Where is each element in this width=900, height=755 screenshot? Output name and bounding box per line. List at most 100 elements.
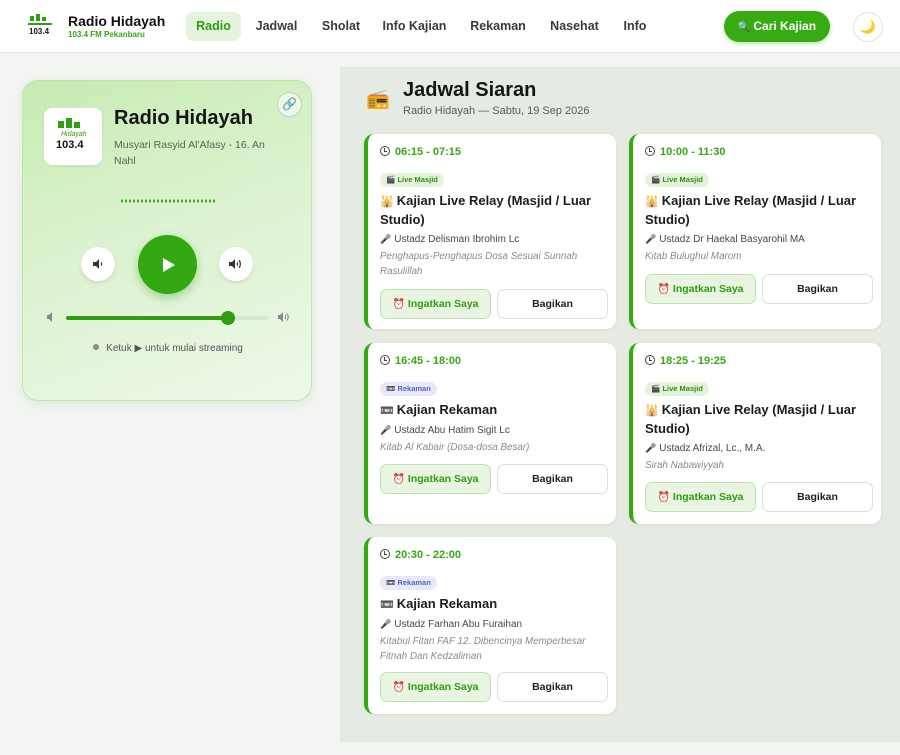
- visualizer-bar: [129, 199, 131, 203]
- play-button[interactable]: [138, 235, 197, 294]
- svg-text:103.4: 103.4: [29, 27, 50, 36]
- card-badge: 📼 Rekaman: [380, 382, 437, 396]
- volume-slider-thumb[interactable]: [220, 311, 235, 325]
- visualizer-bar: [213, 199, 215, 203]
- card-time-label: 20:30 - 22:00: [395, 549, 462, 561]
- live-relay-icon: 🕌: [645, 405, 659, 417]
- visualizer-bar: [205, 199, 207, 203]
- remind-me-label: Ingatkan Saya: [407, 473, 479, 485]
- alarm-icon: ⏰: [657, 492, 670, 503]
- card-badge: 📼 Rekaman: [380, 576, 437, 590]
- search-icon: 🔍: [737, 22, 751, 33]
- card-title[interactable]: 📼 Kajian Rekaman: [380, 401, 605, 420]
- svg-text:Hidayah: Hidayah: [61, 131, 87, 138]
- card-title[interactable]: 🕌 Kajian Live Relay (Masjid / Luar Studio…: [645, 401, 870, 438]
- card-title-label: Kajian Rekaman: [396, 402, 498, 417]
- card-time-label: 18:25 - 19:25: [660, 355, 727, 367]
- moon-icon: 🌙: [859, 19, 877, 34]
- card-title[interactable]: 🕌 Kajian Live Relay (Masjid / Luar Studio…: [380, 192, 605, 229]
- volume-slider[interactable]: [66, 311, 268, 325]
- share-button[interactable]: Bagikan: [497, 464, 608, 494]
- volume-down-button[interactable]: [81, 247, 115, 281]
- remind-me-button[interactable]: ⏰ Ingatkan Saya: [380, 672, 491, 702]
- live-relay-icon: 🕌: [645, 196, 659, 208]
- card-badge-label: Rekaman: [397, 578, 431, 587]
- cari-kajian-button[interactable]: 🔍 Cari Kajian: [724, 11, 830, 42]
- card-title-label: Kajian Live Relay (Masjid / Luar Studio): [645, 193, 857, 227]
- share-button[interactable]: Bagikan: [497, 672, 608, 702]
- mic-icon: 🎤: [380, 619, 392, 629]
- visualizer-bar: [133, 199, 135, 203]
- stream-status: Ketuk ▶ untuk mulai streaming: [23, 343, 313, 354]
- card-badge: 🎬 Live Masjid: [645, 382, 709, 396]
- theme-toggle-button[interactable]: 🌙: [853, 12, 883, 42]
- visualizer-bar: [153, 199, 155, 203]
- visualizer-bar: [157, 199, 159, 203]
- card-title-label: Kajian Rekaman: [396, 596, 498, 611]
- card-speaker-label: Ustadz Dr Haekal Basyarohil MA: [659, 234, 805, 245]
- card-speaker-label: Ustadz Afrizal, Lc., M.A.: [659, 443, 766, 454]
- radio-hidayah-logo[interactable]: 103.4: [28, 14, 52, 36]
- station-logo-text: 103.4: [56, 139, 84, 151]
- remind-me-label: Ingatkan Saya: [672, 491, 744, 503]
- card-speaker-label: Ustadz Farhan Abu Furaihan: [394, 619, 523, 630]
- visualizer-bar: [125, 199, 127, 203]
- volume-min-icon: [47, 312, 52, 322]
- nav-item-info[interactable]: Info: [617, 12, 653, 41]
- play-icon: [162, 257, 175, 272]
- card-badge: 🎬 Live Masjid: [380, 173, 444, 187]
- remind-me-label: Ingatkan Saya: [672, 283, 744, 295]
- visualizer-bar: [141, 199, 143, 203]
- card-badge-label: Rekaman: [397, 384, 431, 393]
- card-speaker: 🎤 Ustadz Delisman Ibrohim Lc: [380, 234, 519, 245]
- card-description: Kitab Bulughul Marom: [645, 251, 742, 262]
- clock-icon: [645, 355, 655, 365]
- card-speaker: 🎤 Ustadz Abu Hatim Sigit Lc: [380, 425, 510, 436]
- cari-kajian-label: Cari Kajian: [753, 19, 817, 33]
- card-time: 06:15 - 07:15: [380, 146, 461, 158]
- card-badge-label: Live Masjid: [662, 175, 703, 184]
- card-title-label: Kajian Live Relay (Masjid / Luar Studio): [380, 193, 592, 227]
- nav-item-sholat[interactable]: Sholat: [315, 12, 367, 41]
- station-logo: Hidayah 103.4: [44, 108, 102, 165]
- nav-item-rekaman[interactable]: Rekaman: [463, 12, 533, 41]
- remind-me-button[interactable]: ⏰ Ingatkan Saya: [380, 289, 491, 319]
- card-description: Sirah Nabawiyyah: [645, 460, 724, 471]
- visualizer-bar: [185, 199, 187, 203]
- visualizer-bar: [145, 199, 147, 203]
- card-speaker: 🎤 Ustadz Farhan Abu Furaihan: [380, 619, 522, 630]
- status-dot: [93, 344, 100, 350]
- nav-item-info-kajian[interactable]: Info Kajian: [376, 12, 453, 41]
- remind-me-button[interactable]: ⏰ Ingatkan Saya: [380, 464, 491, 494]
- schedule-title: Jadwal Siaran: [403, 79, 537, 101]
- share-link-button[interactable]: 🔗: [277, 92, 302, 117]
- schedule-card: 20:30 - 22:00 📼 Rekaman 📼 Kajian Rekaman …: [364, 537, 616, 714]
- recording-icon: 📼: [380, 405, 394, 417]
- clock-icon: [380, 549, 390, 559]
- schedule-subtitle: Radio Hidayah — Sabtu, 19 Sep 2026: [403, 105, 590, 117]
- card-title[interactable]: 📼 Kajian Rekaman: [380, 595, 605, 614]
- schedule-card: 16:45 - 18:00 📼 Rekaman 📼 Kajian Rekaman …: [364, 343, 616, 524]
- share-button[interactable]: Bagikan: [762, 482, 873, 512]
- player-station-title: Radio Hidayah: [114, 107, 253, 129]
- card-time: 16:45 - 18:00: [380, 355, 461, 367]
- volume-up-button[interactable]: [219, 247, 253, 281]
- visualizer-bar: [137, 199, 139, 203]
- link-icon: 🔗: [282, 97, 297, 111]
- visualizer-bar: [209, 199, 211, 203]
- brand-title[interactable]: Radio Hidayah: [68, 13, 165, 29]
- nav-item-nasehat[interactable]: Nasehat: [543, 12, 606, 41]
- visualizer-bar: [189, 199, 191, 203]
- mic-icon: 🎤: [380, 425, 392, 435]
- remind-me-button[interactable]: ⏰ Ingatkan Saya: [645, 482, 756, 512]
- card-speaker: 🎤 Ustadz Afrizal, Lc., M.A.: [645, 443, 765, 454]
- remind-me-button[interactable]: ⏰ Ingatkan Saya: [645, 274, 756, 304]
- nav-item-radio[interactable]: Radio: [186, 12, 241, 41]
- visualizer-bar: [169, 199, 171, 203]
- share-button[interactable]: Bagikan: [762, 274, 873, 304]
- card-title[interactable]: 🕌 Kajian Live Relay (Masjid / Luar Studio…: [645, 192, 870, 229]
- share-button[interactable]: Bagikan: [497, 289, 608, 319]
- card-badge-label: Live Masjid: [662, 384, 703, 393]
- clock-icon: [380, 146, 390, 156]
- nav-item-jadwal[interactable]: Jadwal: [249, 12, 304, 41]
